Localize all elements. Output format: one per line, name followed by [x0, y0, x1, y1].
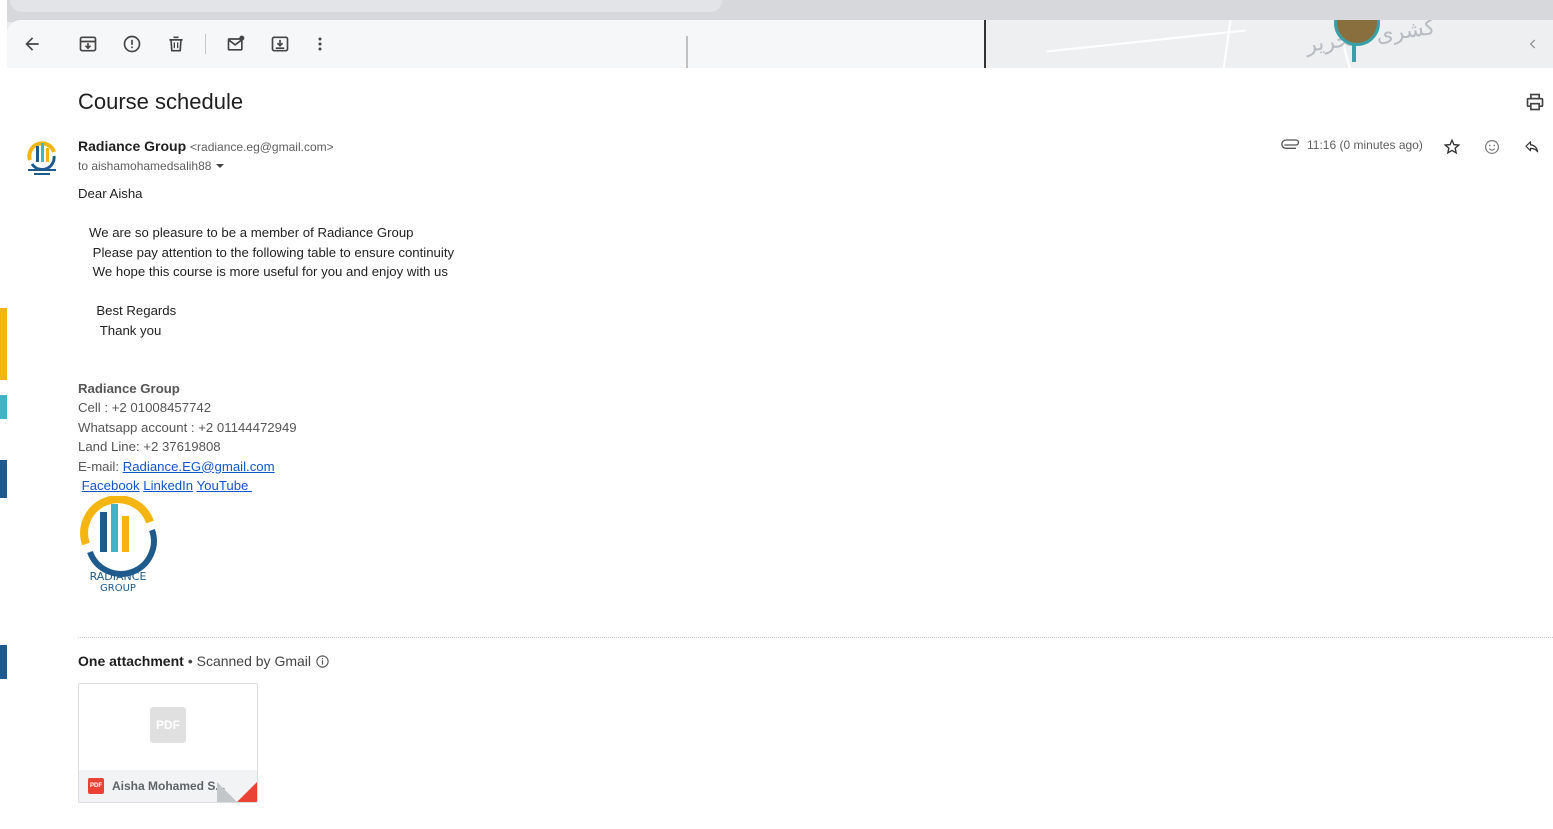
toolbar-divider-line: [686, 36, 688, 68]
reply-icon: [1525, 141, 1539, 153]
email-signature: Radiance Group Cell : +2 01008457742 Wha…: [78, 379, 297, 495]
info-icon[interactable]: [315, 654, 330, 669]
emoji-icon: [1485, 140, 1499, 154]
strip-accent-blue: [0, 460, 7, 498]
radiance-logo-icon: RADIANCE GROUP: [80, 495, 157, 594]
attachment-thumbnail: PDF: [79, 684, 257, 770]
spam-icon: [123, 35, 141, 53]
signature-name: Radiance Group: [78, 381, 180, 396]
archive-button[interactable]: [76, 32, 100, 56]
signature-whatsapp: Whatsapp account : +2 01144472949: [78, 419, 297, 435]
signature-cell: Cell : +2 01008457742: [78, 400, 212, 416]
body-line-1: We are so pleasure to be a member of Rad…: [78, 225, 414, 240]
print-button[interactable]: [1525, 92, 1545, 112]
print-icon: [1526, 93, 1544, 111]
attachments-title: One attachment: [78, 653, 184, 669]
reply-button[interactable]: [1521, 136, 1543, 158]
sender-avatar[interactable]: [24, 138, 60, 178]
body-greeting: Dear Aisha: [78, 186, 143, 201]
strip-accent-blue-2: [0, 645, 7, 679]
sender-line: Radiance Group <radiance.eg@gmail.com>: [78, 138, 334, 154]
facebook-link[interactable]: Facebook: [82, 478, 140, 493]
attachment-file-name: Aisha Mohamed S...: [112, 779, 226, 793]
body-closing-1: Best Regards: [78, 303, 177, 318]
attachment-corner: [237, 782, 257, 802]
delete-button[interactable]: [164, 32, 188, 56]
signature-logo: RADIANCE GROUP: [78, 495, 158, 594]
sender-name[interactable]: Radiance Group: [78, 138, 186, 154]
attachment-divider: [78, 637, 1553, 638]
star-button[interactable]: [1441, 136, 1463, 158]
back-button[interactable]: [20, 32, 44, 56]
attachment-card[interactable]: PDF PDF Aisha Mohamed S...: [78, 683, 258, 803]
radiance-logo-small-icon: [27, 141, 56, 175]
move-to-button[interactable]: [268, 32, 292, 56]
recipient-line[interactable]: to aishamohamedsalih88: [78, 159, 225, 173]
strip-accent-teal: [0, 395, 7, 419]
attachment-clip-icon: [1281, 139, 1300, 149]
strip-accent-yellow: [0, 308, 7, 380]
email-body: Dear Aisha We are so pleasure to be a me…: [78, 184, 454, 340]
more-options-button[interactable]: [308, 32, 332, 56]
signature-email-label: E-mail:: [78, 458, 123, 474]
attachments-header: One attachment • Scanned by Gmail: [78, 653, 330, 669]
email-subject: Course schedule: [78, 89, 244, 114]
report-spam-button[interactable]: [120, 32, 144, 56]
archive-icon: [79, 36, 97, 52]
email-card: كشرى التحرير Course schedule Radiance Gr…: [7, 20, 1553, 829]
recipient-text: to aishamohamedsalih88: [78, 159, 212, 173]
logo-text-line-1: RADIANCE: [90, 570, 147, 583]
linkedin-link[interactable]: LinkedIn: [143, 478, 193, 493]
star-icon: [1443, 138, 1461, 155]
toolbar-separator: [205, 34, 206, 54]
signature-landline: Land Line: +2 37619808: [78, 439, 221, 455]
chevron-left-icon: [1529, 39, 1536, 49]
move-to-icon: [271, 36, 289, 52]
signature-email-link[interactable]: Radiance.EG@gmail.com: [123, 459, 275, 474]
more-vert-icon: [318, 37, 322, 51]
add-reaction-button[interactable]: [1481, 136, 1503, 158]
body-line-3: We hope this course is more useful for y…: [78, 264, 448, 279]
background-search-pill: [10, 0, 722, 12]
trash-icon: [169, 36, 183, 52]
attachment-fold: [217, 782, 237, 802]
body-closing-2: Thank you: [78, 322, 162, 338]
scanned-note: • Scanned by Gmail: [187, 653, 311, 669]
body-line-2: Please pay attention to the following ta…: [78, 244, 455, 260]
arrow-back-icon: [25, 37, 39, 51]
caret-down-icon[interactable]: [215, 161, 225, 171]
pdf-file-icon: PDF: [88, 778, 104, 794]
map-background: كشرى التحرير: [984, 20, 1553, 68]
pdf-thumb-icon: PDF: [150, 707, 186, 743]
logo-text-line-2: GROUP: [100, 583, 136, 592]
youtube-link[interactable]: YouTube: [197, 478, 253, 493]
mark-unread-button[interactable]: [224, 32, 248, 56]
sender-email: <radiance.eg@gmail.com>: [190, 140, 334, 154]
email-time: 11:16 (0 minutes ago): [1307, 138, 1423, 152]
mark-unread-icon: [227, 35, 245, 51]
email-meta: 11:16 (0 minutes ago): [1281, 137, 1423, 153]
collapse-panel-button[interactable]: [1523, 34, 1543, 54]
